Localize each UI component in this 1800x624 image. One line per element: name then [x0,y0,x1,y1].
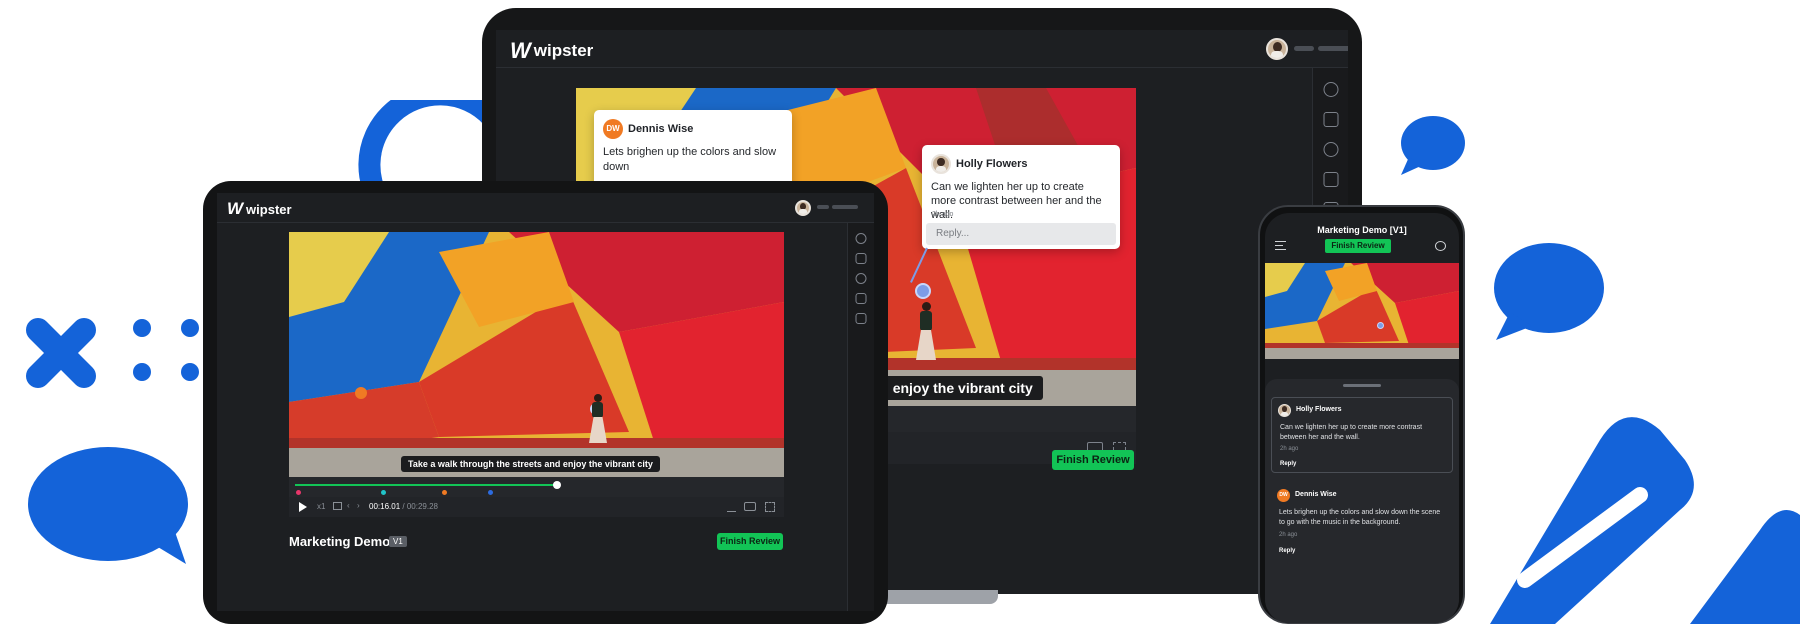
reply-link[interactable]: Reply [1279,548,1295,554]
time-separator: / [402,502,405,511]
tablet-device: W wipster Take a walk through the street… [203,181,888,624]
timeline-comment-marker[interactable] [296,490,301,495]
menu-icon[interactable] [1275,241,1286,250]
annotation-marker[interactable] [915,283,931,299]
commenter-name: Dennis Wise [1295,491,1337,498]
decorative-speech-bubble-small [1395,115,1465,177]
comments-panel: Holly Flowers Can we lighten her up to c… [1265,379,1459,623]
play-icon[interactable] [299,502,307,512]
tablet-sidebar [847,223,874,611]
commenter-avatar-dw: DW [1277,489,1290,502]
comment-text: Can we lighten her up to create more con… [931,181,1102,221]
wipster-logo-text: wipster [533,41,594,60]
comment-time: 2h ago [932,211,954,218]
wipster-logo-mark: W [227,199,243,218]
user-avatar[interactable] [1266,38,1288,60]
tablet-topbar: W wipster [217,193,874,223]
phone-finish-review-button[interactable]: Finish Review [1325,239,1391,253]
wipster-logo-mark: W [510,38,531,63]
fullscreen-icon[interactable] [765,502,775,512]
comment-icon[interactable] [1323,112,1338,127]
phone-video-frame[interactable] [1265,263,1459,359]
reply-input[interactable]: Reply... [926,223,1116,245]
commenter-name: Holly Flowers [1296,406,1342,413]
captions-icon[interactable] [855,313,867,324]
tablet-screen: W wipster Take a walk through the street… [217,193,874,611]
phone-screen: Marketing Demo [V1] Finish Review Holly … [1265,213,1459,623]
video-caption: Take a walk through the streets and enjo… [401,456,660,472]
marketing-hero: W wipster eets and enjoy the vibrant cit… [0,0,1800,624]
laptop-topbar: W wipster [496,30,1348,68]
clock-icon[interactable] [855,273,867,284]
timeline-scrubber[interactable] [553,481,561,489]
timeline-comment-marker[interactable] [488,490,493,495]
username-placeholder [1318,46,1348,51]
timeline-comment-marker[interactable] [381,490,386,495]
current-time: 00:16.01 [369,502,401,511]
comment-text: Can we lighten her up to create more con… [1280,424,1423,441]
wipster-logo-text: wipster [246,201,292,217]
info-icon[interactable] [1323,82,1338,97]
laptop-finish-review-button[interactable]: Finish Review [1052,450,1134,470]
wipster-logo[interactable]: W wipster [510,38,593,64]
mural-artwork [1265,263,1459,359]
timeline-comment-marker[interactable] [442,490,447,495]
walking-woman-figure [589,394,607,448]
document-icon[interactable] [855,293,867,304]
user-avatar[interactable] [795,200,811,216]
commenter-avatar-dw: DW [603,119,623,139]
tablet-finish-review-button[interactable]: Finish Review [717,533,783,550]
chat-icon[interactable] [1435,241,1446,251]
drag-handle[interactable] [1343,384,1381,387]
cc-icon[interactable] [744,502,756,511]
captions-icon[interactable] [333,502,342,510]
annotation-marker[interactable] [1377,322,1384,329]
time-display: 00:16.01 / 00:29.28 [369,502,438,511]
mural-artwork [289,232,784,477]
download-icon[interactable] [727,503,736,512]
commenter-name: Holly Flowers [956,158,1028,170]
document-icon[interactable] [1323,172,1338,187]
reply-link[interactable]: Reply [1280,461,1296,467]
tablet-video-frame[interactable]: Take a walk through the streets and enjo… [289,232,784,477]
annotation-marker[interactable] [355,387,367,399]
decorative-speech-bubble-left [28,446,193,566]
info-icon[interactable] [855,233,867,244]
phone-title: Marketing Demo [V1] [1317,225,1407,235]
decorative-swoosh [1450,380,1800,624]
clock-icon[interactable] [1323,142,1338,157]
commenter-avatar [1278,404,1291,417]
decorative-speech-bubble-right [1486,242,1604,342]
wipster-logo[interactable]: W wipster [227,199,292,219]
username-placeholder [832,205,858,209]
decorative-dots [132,318,202,382]
tablet-controls: x1 ‹ › 00:16.01 / 00:29.28 [289,497,784,517]
timeline-progress [295,484,557,486]
duration: 00:29.28 [406,502,438,511]
comment-time: 2h ago [1279,532,1298,538]
commenter-name: Dennis Wise [628,123,694,135]
decorative-x-shape [26,318,96,388]
comment-text: Lets brighen up the colors and slow down [603,146,777,173]
chevron-right-icon[interactable]: › [357,501,360,510]
phone-comment-holly[interactable]: Holly Flowers Can we lighten her up to c… [1271,397,1453,473]
video-title: Marketing Demo [289,534,391,549]
comment-icon[interactable] [855,253,867,264]
comment-text: Lets brighen up the colors and slow down… [1279,509,1441,526]
comment-card-holly[interactable]: Holly Flowers Can we lighten her up to c… [922,145,1120,249]
tablet-timeline[interactable] [289,477,784,497]
commenter-avatar [931,154,951,174]
walking-woman-figure [916,302,936,368]
phone-device: Marketing Demo [V1] Finish Review Holly … [1258,205,1465,624]
chevron-left-icon[interactable]: ‹ [347,501,350,510]
phone-comment-dennis[interactable]: DW Dennis Wise Lets brighen up the color… [1271,483,1453,573]
username-placeholder [1294,46,1314,51]
comment-time: 2h ago [1280,446,1299,452]
username-placeholder [817,205,829,209]
version-badge[interactable]: V1 [389,536,407,547]
playback-speed[interactable]: x1 [317,502,325,511]
